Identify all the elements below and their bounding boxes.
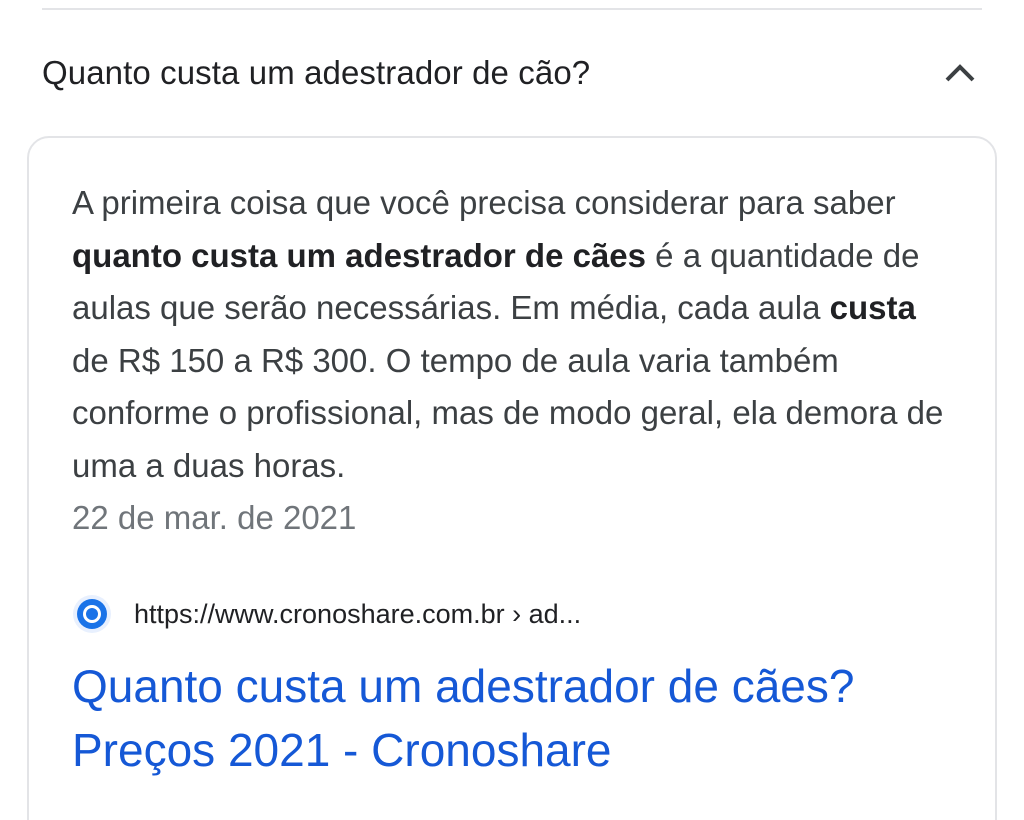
- snippet-text: de R$ 150 a R$ 300. O tempo de aula vari…: [72, 341, 944, 484]
- chevron-up-icon[interactable]: [938, 51, 982, 95]
- search-result-page: Quanto custa um adestrador de cão? A pri…: [0, 0, 1024, 820]
- snippet-highlight: custa: [829, 289, 916, 326]
- answer-card: A primeira coisa que você precisa consid…: [27, 136, 997, 820]
- snippet-date: 22 de mar. de 2021: [72, 499, 357, 536]
- snippet-highlight: quanto custa um adestrador de cães: [72, 236, 647, 274]
- result-title-link[interactable]: Quanto custa um adestrador de cães? Preç…: [72, 654, 972, 782]
- top-divider: [42, 8, 982, 10]
- faq-question-text: Quanto custa um adestrador de cão?: [42, 54, 591, 91]
- answer-snippet: A primeira coisa que você precisa consid…: [72, 177, 952, 545]
- faq-question-row[interactable]: Quanto custa um adestrador de cão?: [42, 40, 982, 106]
- snippet-text: A primeira coisa que você precisa consid…: [72, 184, 896, 221]
- cronoshare-favicon-icon: [72, 594, 112, 634]
- source-url[interactable]: https://www.cronoshare.com.br › ad...: [134, 599, 581, 630]
- source-row[interactable]: https://www.cronoshare.com.br › ad...: [72, 594, 581, 634]
